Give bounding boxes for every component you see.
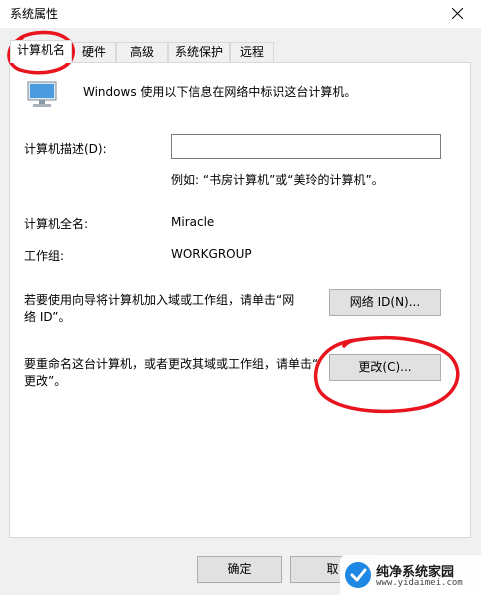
close-icon: [452, 8, 463, 19]
computer-icon: [27, 81, 57, 107]
tab-advanced[interactable]: 高级: [116, 42, 168, 62]
workgroup-value: WORKGROUP: [171, 247, 252, 261]
network-id-button[interactable]: 网络 ID(N)...: [329, 289, 441, 316]
dialog-client: 计算机名 硬件 高级 系统保护 远程 Windows 使用以下信息在网络中标识这…: [0, 28, 481, 595]
computer-description-input[interactable]: [171, 134, 441, 159]
ok-button[interactable]: 确定: [197, 556, 282, 583]
rename-text-line2: 更改”。: [24, 374, 67, 388]
title-bar: 系统属性: [0, 0, 481, 28]
watermark: 纯净系统家园 www.yidaimei.com: [340, 555, 481, 595]
change-button[interactable]: 更改(C)...: [329, 354, 441, 381]
network-id-text-line2: 络 ID”。: [24, 310, 71, 324]
computer-description-label: 计算机描述(D):: [24, 142, 107, 156]
window-title: 系统属性: [10, 7, 59, 21]
watermark-url: www.yidaimei.com: [376, 578, 463, 588]
tab-system-protection[interactable]: 系统保护: [168, 42, 230, 62]
tab-hardware[interactable]: 硬件: [72, 42, 116, 62]
description-example: 例如: “书房计算机”或“美玲的计算机”。: [171, 173, 384, 187]
network-id-text-line1: 若要使用向导将计算机加入域或工作组，请单击“网: [24, 293, 295, 307]
intro-text: Windows 使用以下信息在网络中标识这台计算机。: [83, 85, 357, 99]
close-button[interactable]: [435, 0, 481, 28]
full-name-label: 计算机全名:: [24, 217, 89, 231]
tab-remote[interactable]: 远程: [230, 42, 274, 62]
watermark-logo-icon: [345, 562, 371, 588]
full-name-value: Miracle: [171, 215, 215, 229]
rename-text-line1: 要重命名这台计算机，或者更改其域或工作组，请单击“: [24, 357, 319, 371]
tab-computer-name[interactable]: 计算机名: [10, 40, 72, 63]
workgroup-label: 工作组:: [24, 249, 65, 263]
tab-panel: Windows 使用以下信息在网络中标识这台计算机。 计算机描述(D): 例如:…: [9, 62, 471, 538]
